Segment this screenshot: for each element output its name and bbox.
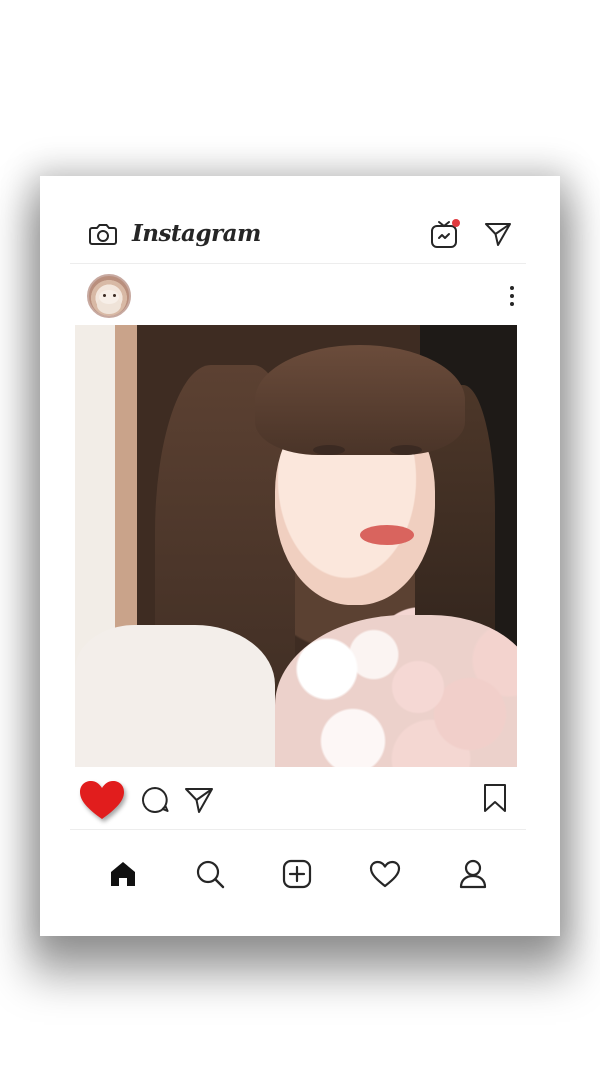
profile-icon[interactable]	[458, 859, 488, 889]
bookmark-icon[interactable]	[482, 783, 508, 813]
post-actions-left	[70, 779, 214, 821]
avatar[interactable]	[87, 274, 131, 318]
photo-lips	[360, 525, 414, 545]
top-bar: Instagram	[70, 204, 526, 264]
activity-heart-icon[interactable]	[369, 860, 401, 888]
more-options-icon[interactable]	[510, 286, 514, 306]
direct-message-icon[interactable]	[484, 221, 512, 247]
igtv-icon[interactable]	[430, 218, 460, 249]
new-post-icon[interactable]	[282, 859, 312, 889]
photo-flowers	[275, 615, 517, 767]
photo-eye-left	[313, 445, 345, 455]
post-actions-right	[482, 783, 526, 817]
share-icon[interactable]	[184, 786, 214, 814]
home-icon[interactable]	[108, 860, 138, 888]
like-heart-icon[interactable]	[78, 779, 126, 821]
instagram-frame: Instagram	[46, 186, 550, 914]
photo-shirt	[75, 625, 275, 767]
photo-bangs	[255, 345, 465, 455]
post-photo[interactable]	[75, 325, 517, 767]
top-bar-right	[430, 218, 526, 249]
post-header	[70, 266, 526, 326]
brand-logo: Instagram	[132, 220, 261, 247]
camera-icon[interactable]	[88, 221, 118, 247]
notification-dot	[452, 218, 460, 227]
photo-eye-right	[390, 445, 422, 455]
post-actions	[70, 770, 526, 830]
bottom-nav	[70, 844, 526, 904]
search-icon[interactable]	[195, 859, 225, 889]
top-bar-left: Instagram	[70, 220, 261, 247]
comment-icon[interactable]	[140, 785, 170, 815]
